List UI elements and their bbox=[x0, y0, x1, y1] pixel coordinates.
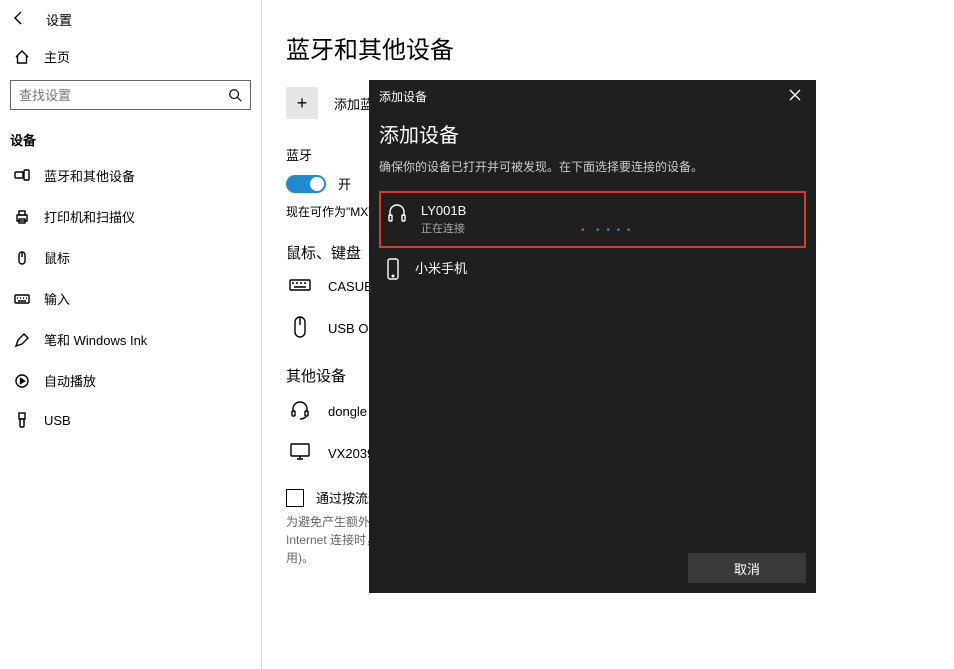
sidebar-item-bluetooth[interactable]: 蓝牙和其他设备 bbox=[0, 155, 261, 196]
add-device-dialog: 添加设备 添加设备 确保你的设备已打开并可被发现。在下面选择要连接的设备。 LY… bbox=[369, 80, 816, 593]
sidebar-item-label: 笔和 Windows Ink bbox=[44, 330, 147, 349]
sidebar-item-label: USB bbox=[44, 413, 71, 428]
nav-section-title: 设备 bbox=[0, 124, 261, 155]
device-name: 小米手机 bbox=[415, 258, 467, 277]
plus-icon: + bbox=[286, 87, 318, 119]
device-label: dongle bbox=[328, 404, 367, 419]
devices-icon bbox=[14, 168, 30, 184]
sidebar-item-mouse[interactable]: 鼠标 bbox=[0, 237, 261, 278]
sidebar-item-label: 蓝牙和其他设备 bbox=[44, 166, 135, 185]
search-box[interactable] bbox=[10, 80, 251, 110]
page-title: 蓝牙和其他设备 bbox=[286, 30, 930, 65]
sidebar-item-printers[interactable]: 打印机和扫描仪 bbox=[0, 196, 261, 237]
sidebar-item-label: 自动播放 bbox=[44, 371, 96, 390]
pen-icon bbox=[14, 332, 30, 348]
mouse-icon bbox=[14, 250, 30, 266]
keyboard-icon bbox=[286, 277, 314, 296]
bt-toggle[interactable] bbox=[286, 175, 326, 193]
device-item-headphones[interactable]: LY001B 正在连接 • • • • • bbox=[379, 191, 806, 248]
monitor-icon bbox=[286, 443, 314, 464]
sidebar-item-autoplay[interactable]: 自动播放 bbox=[0, 360, 261, 401]
sidebar-item-typing[interactable]: 输入 bbox=[0, 278, 261, 319]
sidebar-item-label: 鼠标 bbox=[44, 248, 70, 267]
search-icon bbox=[228, 88, 242, 102]
dialog-title: 添加设备 bbox=[379, 119, 806, 148]
printer-icon bbox=[14, 209, 30, 225]
bt-toggle-label: 开 bbox=[338, 174, 351, 193]
dialog-close-button[interactable] bbox=[784, 89, 806, 104]
search-input[interactable] bbox=[19, 88, 228, 103]
checkbox-icon[interactable] bbox=[286, 489, 304, 507]
settings-nav: 设置 主页 设备 蓝牙和其他设备 打印机和扫描仪 鼠标 输入 bbox=[0, 0, 262, 669]
sidebar-item-pen[interactable]: 笔和 Windows Ink bbox=[0, 319, 261, 360]
device-name: LY001B bbox=[421, 203, 466, 218]
sidebar-item-label: 输入 bbox=[44, 289, 70, 308]
phone-icon bbox=[385, 258, 401, 280]
autoplay-icon bbox=[14, 373, 30, 389]
usb-icon bbox=[14, 412, 30, 428]
cancel-button[interactable]: 取消 bbox=[688, 553, 806, 583]
back-button[interactable] bbox=[8, 10, 30, 29]
dialog-subtitle: 确保你的设备已打开并可被发现。在下面选择要连接的设备。 bbox=[379, 158, 806, 175]
device-status: 正在连接 bbox=[421, 220, 466, 236]
device-item-phone[interactable]: 小米手机 bbox=[379, 248, 806, 290]
nav-home[interactable]: 主页 bbox=[0, 35, 261, 74]
home-icon bbox=[14, 49, 30, 65]
headset-icon bbox=[286, 400, 314, 423]
connecting-dots-icon: • • • • • bbox=[581, 225, 632, 236]
headphones-icon bbox=[387, 203, 407, 223]
mouse-icon bbox=[286, 316, 314, 341]
sidebar-item-label: 打印机和扫描仪 bbox=[44, 207, 135, 226]
window-title: 设置 bbox=[46, 10, 72, 29]
sidebar-item-usb[interactable]: USB bbox=[0, 401, 261, 439]
nav-home-label: 主页 bbox=[44, 47, 70, 66]
dialog-header-title: 添加设备 bbox=[379, 88, 427, 105]
keyboard-icon bbox=[14, 291, 30, 307]
